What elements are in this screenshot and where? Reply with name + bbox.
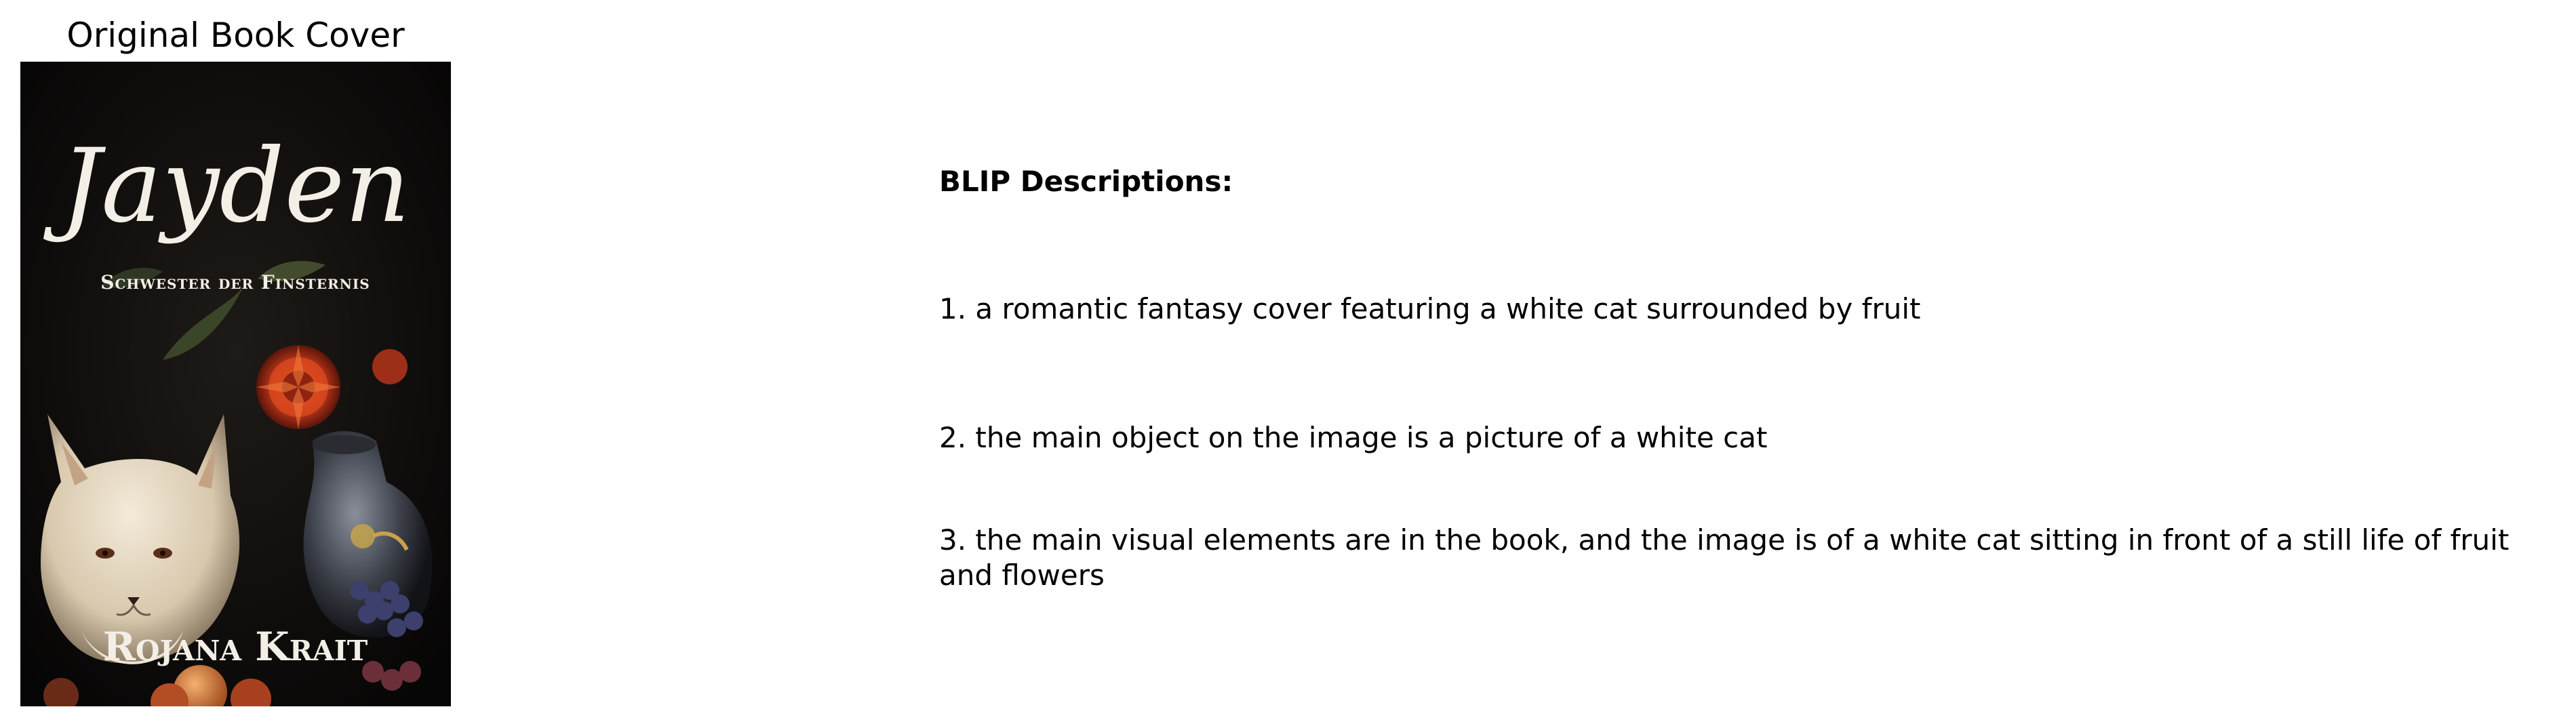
description-item: 3. the main visual elements are in the b… bbox=[939, 523, 2510, 592]
description-item: 1. a romantic fantasy cover featuring a … bbox=[939, 292, 1921, 325]
descriptions-heading: BLIP Descriptions: bbox=[939, 165, 1233, 198]
cover-author-text: Rojana Krait bbox=[103, 624, 368, 670]
cover-panel-title: Original Book Cover bbox=[66, 16, 405, 55]
cover-title-text: Jayden bbox=[43, 127, 410, 245]
cover-subtitle-text: Schwester der Finsternis bbox=[100, 271, 370, 294]
description-item: 2. the main object on the image is a pic… bbox=[939, 421, 1768, 454]
book-cover-image: Jayden Schwester der Finsternis Rojana K… bbox=[20, 62, 451, 706]
